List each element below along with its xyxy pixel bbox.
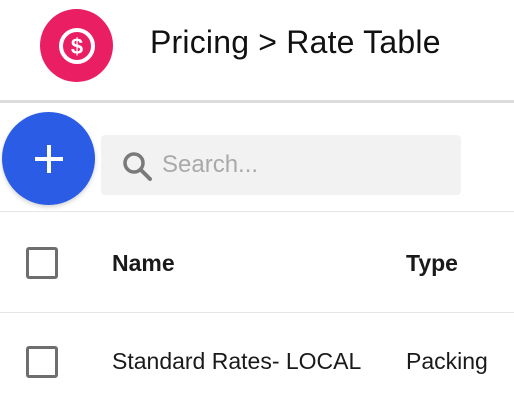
add-rate-button[interactable] xyxy=(2,112,95,205)
column-header-name[interactable]: Name xyxy=(112,250,175,277)
dollar-circle-icon: $ xyxy=(40,9,113,82)
select-all-checkbox[interactable] xyxy=(26,247,58,279)
search-icon xyxy=(123,152,152,181)
page-title: Pricing > Rate Table xyxy=(150,24,441,60)
toolbar xyxy=(0,103,514,211)
table-row[interactable]: Standard Rates- LOCAL Packing xyxy=(0,313,514,400)
plus-icon xyxy=(34,144,63,173)
table-header-row: Name Type xyxy=(0,212,514,312)
row-checkbox[interactable] xyxy=(26,346,58,378)
svg-text:$: $ xyxy=(70,34,82,59)
row-name: Standard Rates- LOCAL xyxy=(112,348,362,374)
page-header: $ Pricing > Rate Table xyxy=(0,0,514,100)
rate-table-page: $ Pricing > Rate Table Name Type xyxy=(0,0,514,400)
column-header-type[interactable]: Type xyxy=(406,250,458,277)
search-input[interactable] xyxy=(162,135,452,195)
search-box[interactable] xyxy=(101,135,461,195)
row-type: Packing xyxy=(406,348,488,374)
